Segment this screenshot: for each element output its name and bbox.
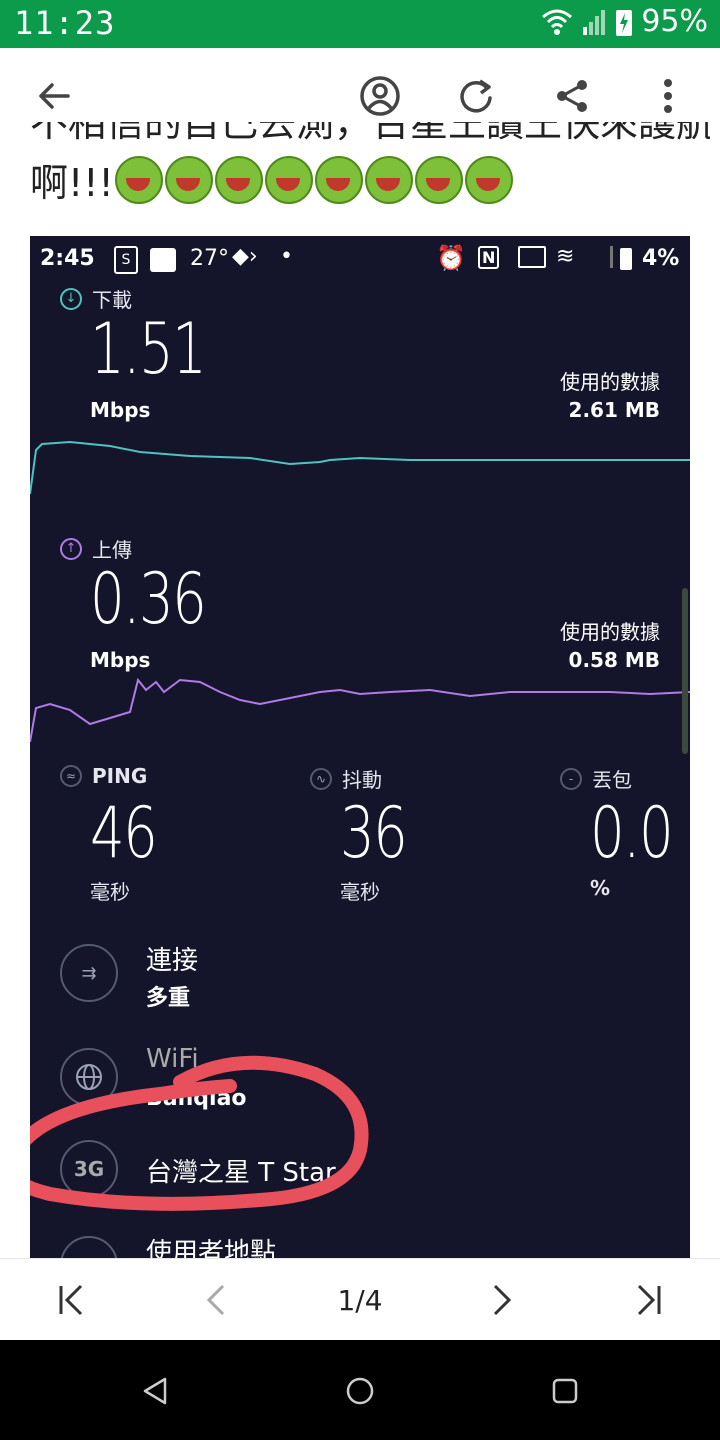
red-annotation-circle [30, 1055, 369, 1211]
nav-back-icon[interactable] [130, 1366, 180, 1416]
nav-recents-icon[interactable] [540, 1366, 590, 1416]
back-arrow-icon[interactable] [26, 68, 82, 124]
grinning-devil-emoji [164, 156, 213, 204]
wifi-icon [542, 9, 573, 35]
next-page-icon[interactable] [470, 1259, 534, 1341]
nav-home-icon[interactable] [335, 1366, 385, 1416]
grinning-devil-emoji [464, 156, 513, 204]
grinning-devil-emoji [364, 156, 413, 204]
post-line-2: 啊!!! [30, 156, 710, 210]
system-nav-bar [0, 1340, 720, 1440]
first-page-icon[interactable] [40, 1259, 104, 1341]
refresh-icon[interactable] [448, 68, 504, 124]
grinning-devil-emoji [214, 156, 263, 204]
embedded-screenshot[interactable]: 2:45 S 27° ◆› • ⏰ N ≋ 4% ↓ 下載 1.51 Mbps … [30, 236, 690, 1258]
status-time: 11:23 [14, 4, 116, 42]
pager-bar: 1/4 [0, 1258, 720, 1341]
post-text: 不相信的自己去測，台星王讀王快來護航 啊!!! [30, 122, 710, 210]
status-bar: 11:23 95% [0, 0, 720, 48]
emoji-row [114, 156, 514, 205]
grinning-devil-emoji [264, 156, 313, 204]
signal-icon [583, 9, 606, 35]
status-icons: 95% [541, 4, 708, 39]
last-page-icon[interactable] [616, 1259, 680, 1341]
more-icon[interactable] [640, 68, 696, 124]
grinning-devil-emoji [414, 156, 463, 204]
battery-charging-icon [616, 9, 633, 36]
post-line-2-text: 啊!!! [30, 161, 114, 205]
account-icon[interactable] [352, 68, 408, 124]
battery-percent: 95% [641, 4, 708, 39]
share-icon[interactable] [544, 68, 600, 124]
grinning-devil-emoji [314, 156, 363, 204]
prev-page-icon[interactable] [184, 1259, 248, 1341]
post-line-1: 不相信的自己去測，台星王讀王快來護航 [30, 122, 710, 145]
page-indicator: 1/4 [337, 1283, 383, 1317]
post-line-1-clipped: 不相信的自己去測，台星王讀王快來護航 [30, 122, 710, 152]
grinning-devil-emoji [114, 156, 163, 204]
